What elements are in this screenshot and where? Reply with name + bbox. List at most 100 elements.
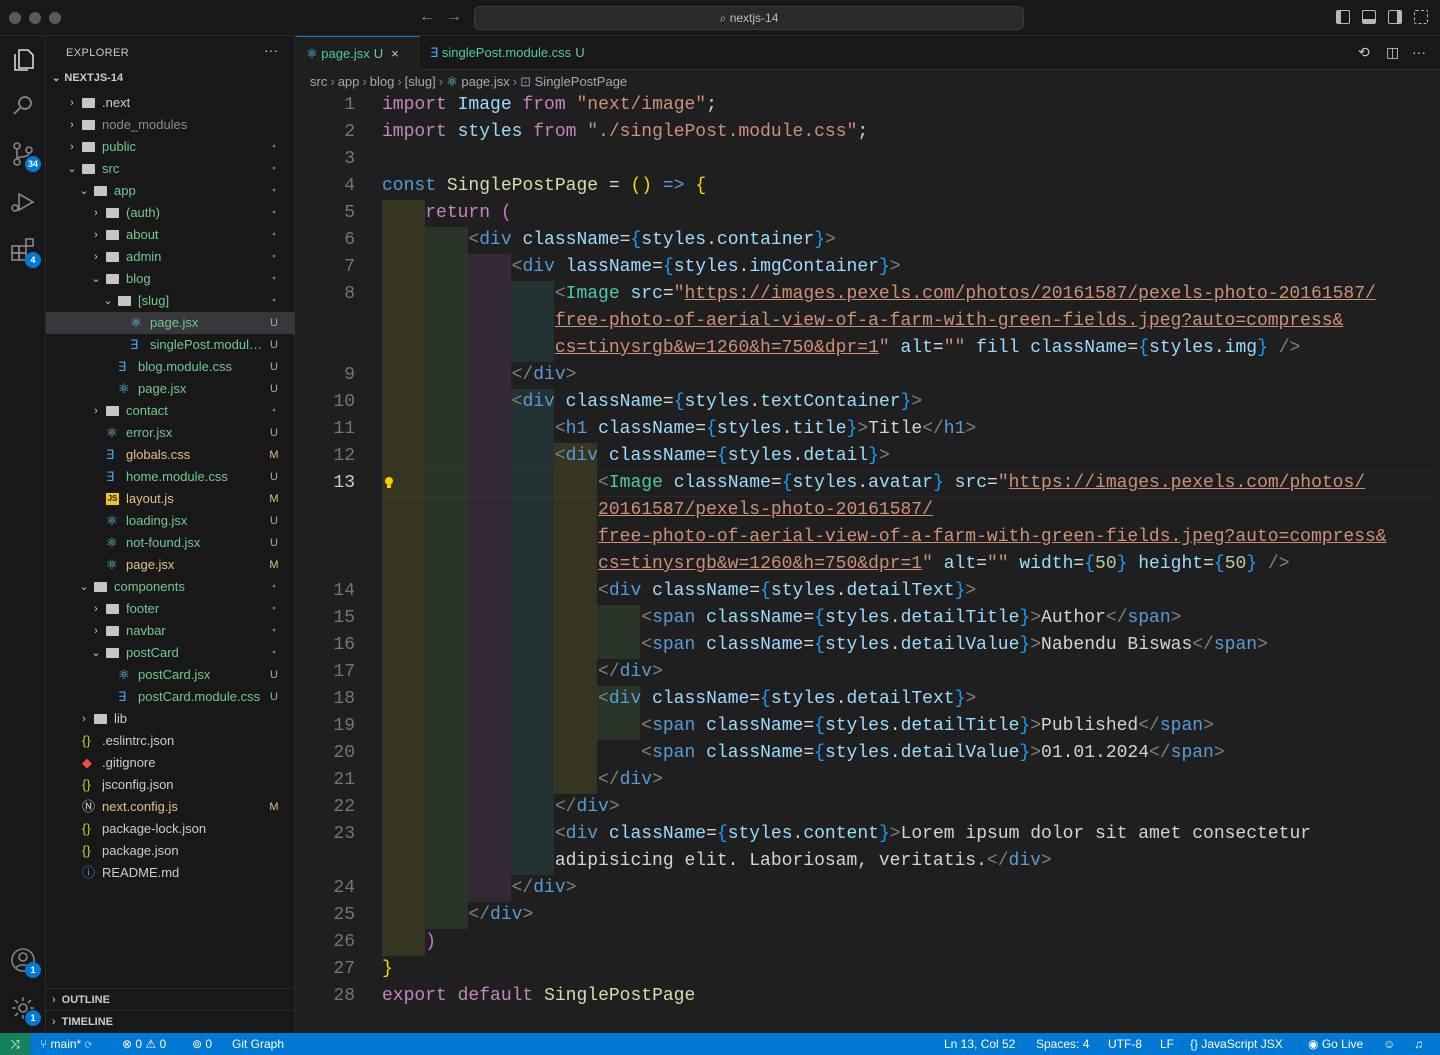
explorer-icon[interactable] [7, 44, 39, 76]
chevron-right-icon: › [438, 74, 444, 89]
minimize-window-button[interactable] [29, 12, 41, 24]
tree-file[interactable]: ⚛ page.jsx U [46, 378, 295, 400]
outline-section-header[interactable]: › OUTLINE [46, 988, 295, 1010]
tree-file[interactable]: ⚛ page.jsx U [46, 312, 295, 334]
tree-folder[interactable]: ⌄ [slug] ● [46, 290, 295, 312]
tree-folder[interactable]: › (auth) ● [46, 202, 295, 224]
open-changes-icon[interactable]: ⟲ [1358, 44, 1370, 61]
more-actions-icon[interactable]: ··· [1412, 44, 1426, 60]
breadcrumb-item[interactable]: SinglePostPage [535, 74, 628, 89]
tree-file[interactable]: ◆ .gitignore [46, 752, 295, 774]
tree-file[interactable]: {} package-lock.json [46, 818, 295, 840]
code-editor[interactable]: 1 2 3 4 5 6 7 8 9 10 11 12 13 14 15 16 17 18 19 20 21 22 23 24 2… [296, 92, 1440, 1033]
tree-item-label: postCard.jsx [138, 667, 211, 682]
manage-gear-icon[interactable]: 1 [7, 992, 41, 1026]
tree-file[interactable]: {} jsconfig.json [46, 774, 295, 796]
accounts-badge: 1 [25, 962, 41, 978]
tree-item-label: [slug] [138, 293, 170, 308]
encoding[interactable]: UTF-8 [1108, 1033, 1142, 1055]
tree-file[interactable]: JS layout.js M [46, 488, 295, 510]
tree-folder[interactable]: ⌄ postCard ● [46, 642, 295, 664]
indentation[interactable]: Spaces: 4 [1036, 1033, 1089, 1055]
breadcrumb-item[interactable]: page.jsx [461, 74, 509, 89]
maximize-window-button[interactable] [49, 12, 61, 24]
tree-folder[interactable]: › navbar ● [46, 620, 295, 642]
folder-icon [94, 186, 107, 196]
tree-folder[interactable]: ⌄ blog ● [46, 268, 295, 290]
tree-folder[interactable]: › about ● [46, 224, 295, 246]
tree-file[interactable]: ⚛ not-found.jsx U [46, 532, 295, 554]
timeline-section-header[interactable]: › TIMELINE [46, 1010, 295, 1032]
code-line: <div lassName={styles.imgContainer}> [511, 257, 901, 277]
branch-name: main* [50, 1037, 82, 1051]
tree-file[interactable]: {} package.json [46, 840, 295, 862]
tree-folder[interactable]: ⌄ app ● [46, 180, 295, 202]
tree-folder[interactable]: › footer ● [46, 598, 295, 620]
tree-file[interactable]: Ⓝnext.config.js M [46, 796, 295, 818]
project-section-header[interactable]: ⌄ NEXTJS-14 [52, 72, 123, 84]
folder-icon [106, 274, 119, 284]
extensions-icon[interactable]: 4 [7, 234, 41, 268]
git-status-badge: ● [271, 231, 277, 238]
tree-file[interactable]: ∃ globals.css M [46, 444, 295, 466]
source-control-icon[interactable]: 34 [7, 138, 41, 172]
tree-folder[interactable]: › admin ● [46, 246, 295, 268]
back-arrow-icon[interactable]: ← [419, 8, 435, 26]
accounts-icon[interactable]: 1 [7, 944, 41, 978]
ports-indicator[interactable]: ⊚ 0 [192, 1033, 212, 1055]
tree-file[interactable]: ∃ home.module.css U [46, 466, 295, 488]
breadcrumb-item[interactable]: app [338, 74, 360, 89]
tree-file[interactable]: ∃ singlePost.module.... U [46, 334, 295, 356]
tree-file[interactable]: ∃ blog.module.css U [46, 356, 295, 378]
tree-folder[interactable]: › node_modules [46, 114, 295, 136]
folder-icon [106, 406, 119, 416]
breadcrumb-item[interactable]: src [310, 74, 327, 89]
tree-file[interactable]: {} .eslintrc.json [46, 730, 295, 752]
code-line: </div> [468, 905, 534, 925]
git-graph-button[interactable]: Git Graph [232, 1033, 284, 1055]
breadcrumb-item[interactable]: [slug] [405, 74, 436, 89]
go-live-button[interactable]: ◉ Go Live [1308, 1033, 1363, 1055]
breadcrumb: src › app › blog › [slug] › ⚛ page.jsx › ⊡ SingleP… [310, 72, 627, 92]
problems-indicator[interactable]: ⊗ 0 ⚠ 0 [122, 1033, 166, 1055]
close-icon[interactable]: × [391, 46, 399, 61]
tree-file[interactable]: ∃ postCard.module.css U [46, 686, 295, 708]
tab-singlepost-module-css[interactable]: ∃ singlePost.module.css U [420, 36, 612, 70]
more-actions-icon[interactable]: ··· [264, 42, 278, 58]
tree-folder[interactable]: › contact ● [46, 400, 295, 422]
branch-indicator[interactable]: ⑂ main* ⟳ [40, 1033, 92, 1055]
search-icon[interactable] [7, 90, 39, 122]
remote-indicator-icon[interactable]: ⤨ [0, 1033, 30, 1055]
toggle-panel-icon[interactable] [1362, 10, 1376, 24]
tree-folder[interactable]: › public ● [46, 136, 295, 158]
run-debug-icon[interactable] [7, 186, 39, 218]
toggle-primary-sidebar-icon[interactable] [1336, 10, 1350, 24]
close-window-button[interactable] [9, 12, 21, 24]
tree-file[interactable]: ⚛ error.jsx U [46, 422, 295, 444]
breadcrumb-item[interactable]: blog [370, 74, 395, 89]
forward-arrow-icon[interactable]: → [446, 8, 462, 26]
git-status-badge: U [270, 537, 278, 549]
tree-file[interactable]: ⚛ loading.jsx U [46, 510, 295, 532]
tree-folder[interactable]: › lib [46, 708, 295, 730]
tree-folder[interactable]: ⌄ src ● [46, 158, 295, 180]
end-of-line[interactable]: LF [1160, 1033, 1174, 1055]
command-center-search[interactable]: ⌕ nextjs-14 [474, 6, 1024, 30]
tree-item-label: admin [126, 249, 162, 264]
tree-item-label: app [114, 183, 136, 198]
language-mode[interactable]: {} JavaScript JSX [1190, 1033, 1283, 1055]
tree-file[interactable]: ⓘ README.md [46, 862, 295, 884]
tree-file[interactable]: ⚛ postCard.jsx U [46, 664, 295, 686]
notifications-bell-icon[interactable]: ♫ [1414, 1033, 1423, 1055]
feedback-icon[interactable]: ☺ [1383, 1033, 1395, 1055]
tree-folder[interactable]: › .next [46, 92, 295, 114]
cursor-position[interactable]: Ln 13, Col 52 [944, 1033, 1015, 1055]
customize-layout-icon[interactable] [1414, 10, 1428, 24]
code-line: export default SinglePostPage [382, 986, 696, 1006]
tree-folder[interactable]: ⌄ components ● [46, 576, 295, 598]
tab-page-jsx[interactable]: ⚛ page.jsx U × [296, 36, 420, 70]
code-line: <h1 className={styles.title}>Title</h1> [554, 419, 977, 439]
toggle-secondary-sidebar-icon[interactable] [1388, 10, 1402, 24]
tree-file[interactable]: ⚛ page.jsx M [46, 554, 295, 576]
split-editor-icon[interactable]: ◫ [1386, 44, 1399, 61]
